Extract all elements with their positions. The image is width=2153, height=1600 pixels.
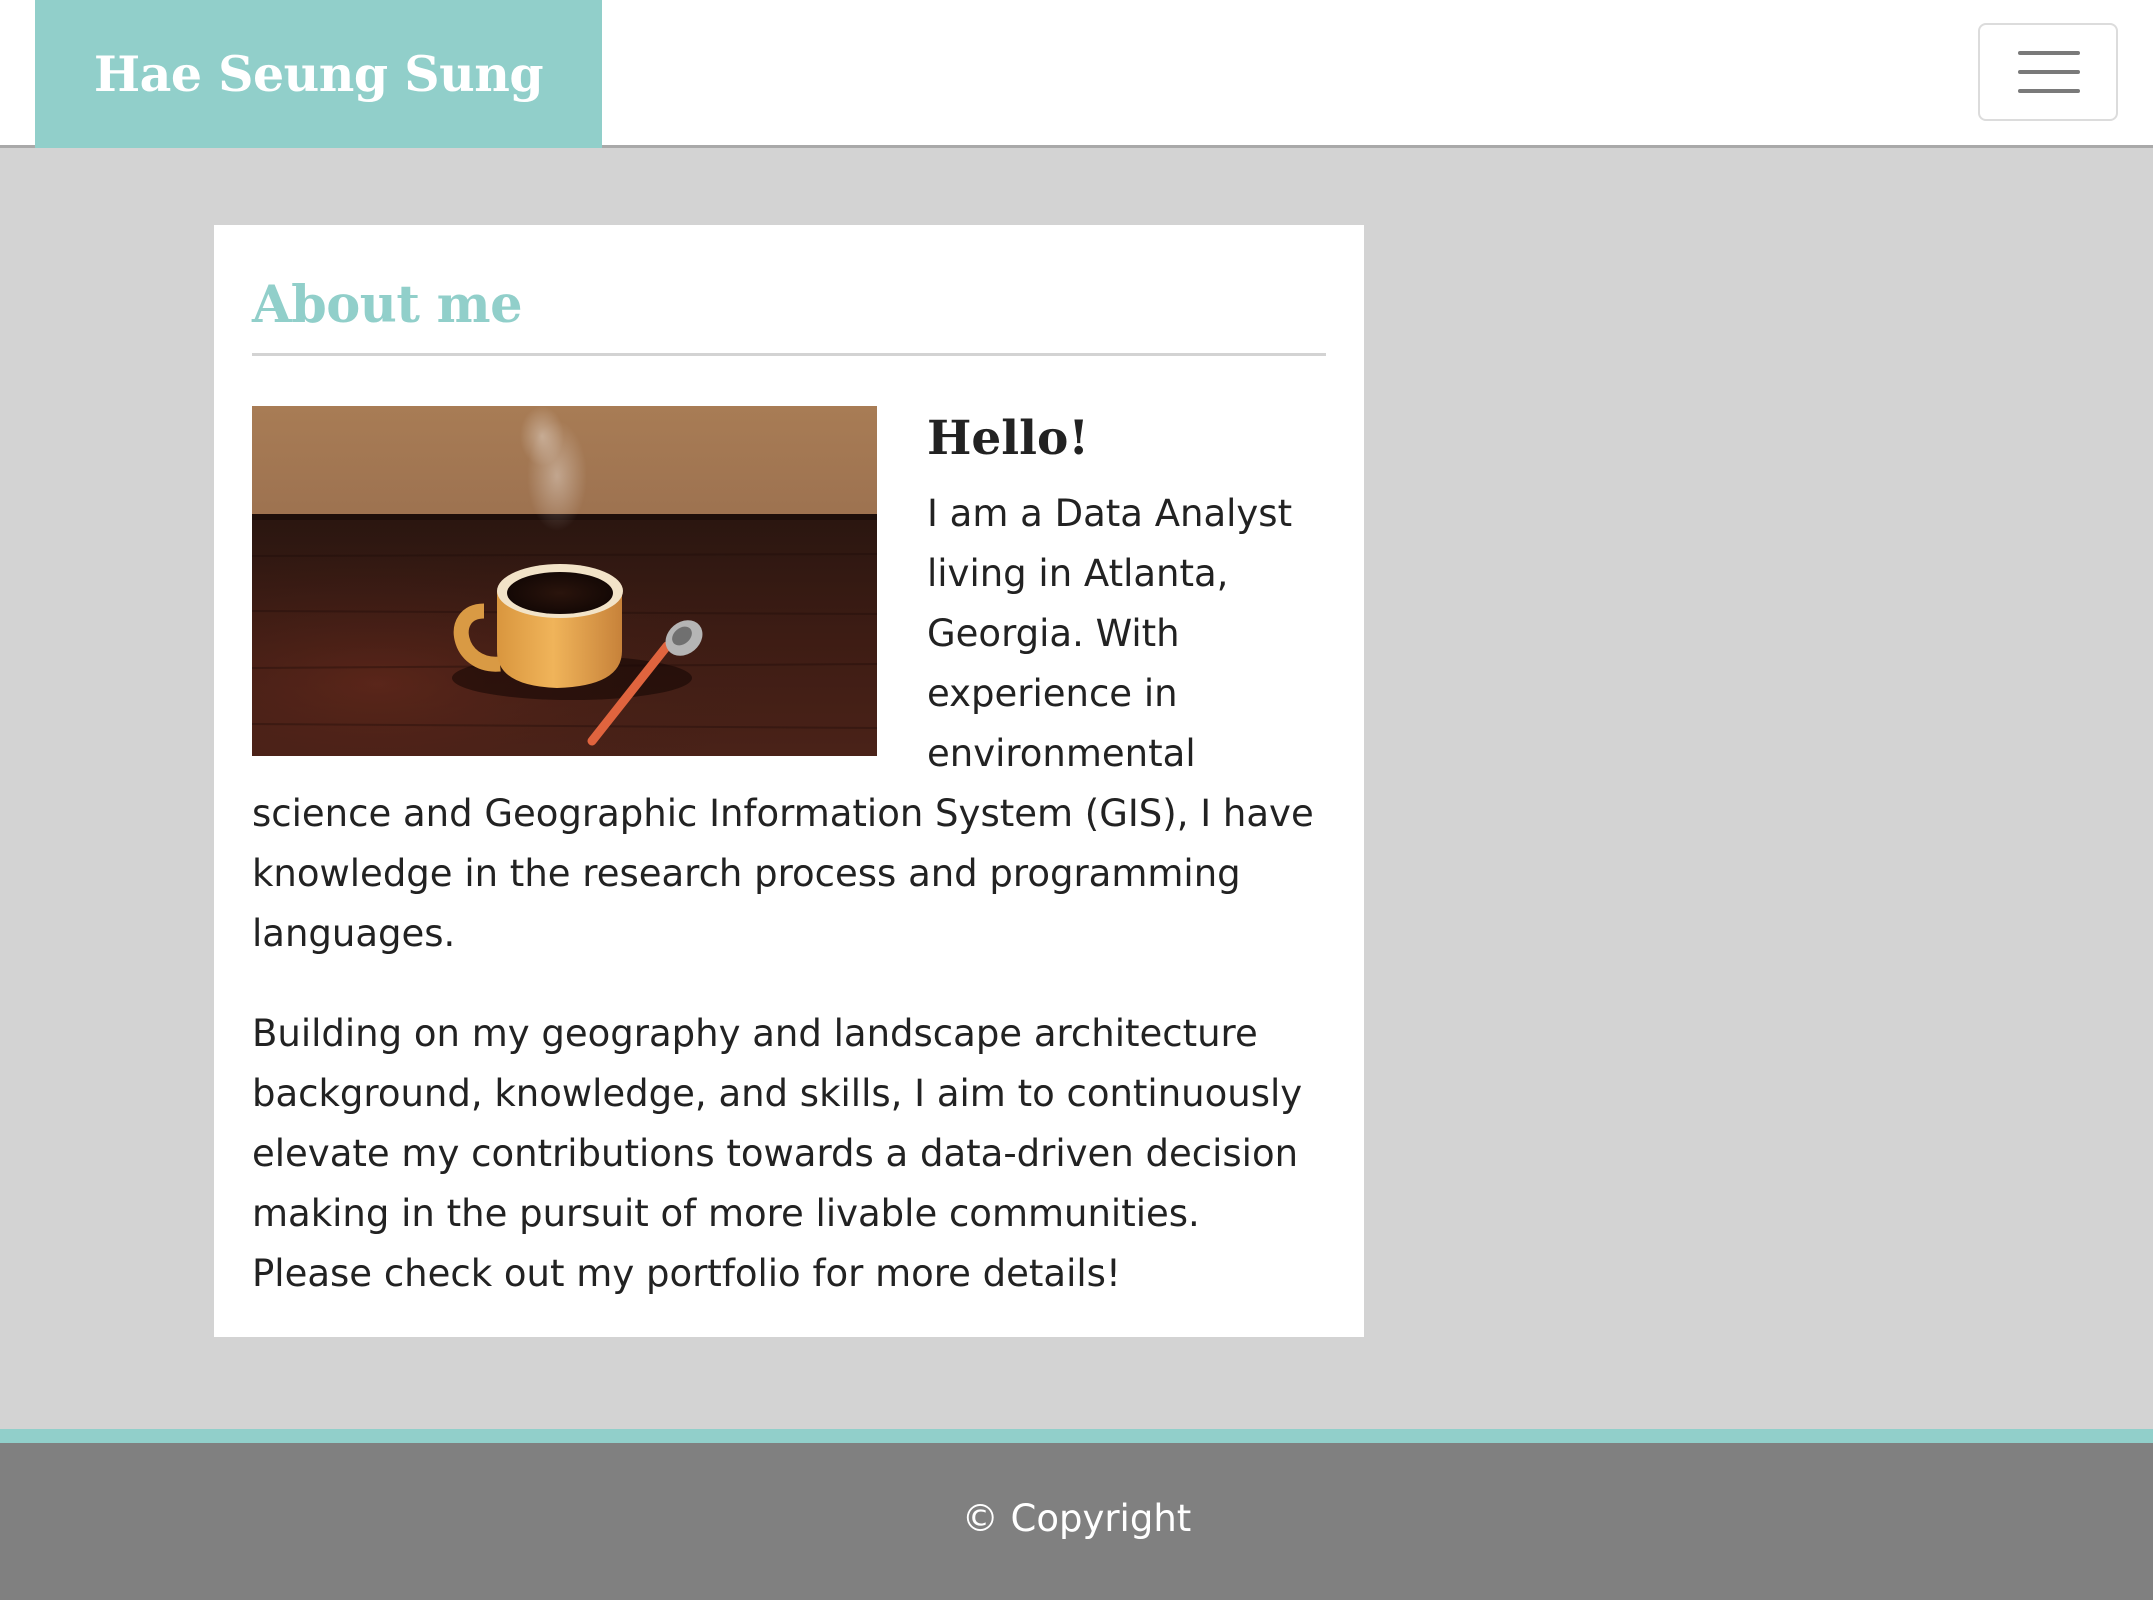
site-brand-link[interactable]: Hae Seung Sung (35, 0, 602, 148)
about-card: About me Hello! I am a Data Analyst livi… (214, 225, 1364, 1337)
coffee-cup-photo (252, 406, 877, 756)
about-body: Hello! I am a Data Analyst living in Atl… (252, 406, 1326, 1304)
site-header: Hae Seung Sung (0, 0, 2153, 148)
about-paragraph-2: Building on my geography and landscape a… (252, 1012, 1303, 1295)
title-divider (252, 353, 1326, 356)
site-footer: © Copyright (0, 1429, 2153, 1600)
copyright-text: © Copyright (961, 1497, 1192, 1540)
section-title: About me (252, 275, 523, 335)
menu-toggle-button[interactable] (1978, 23, 2118, 121)
